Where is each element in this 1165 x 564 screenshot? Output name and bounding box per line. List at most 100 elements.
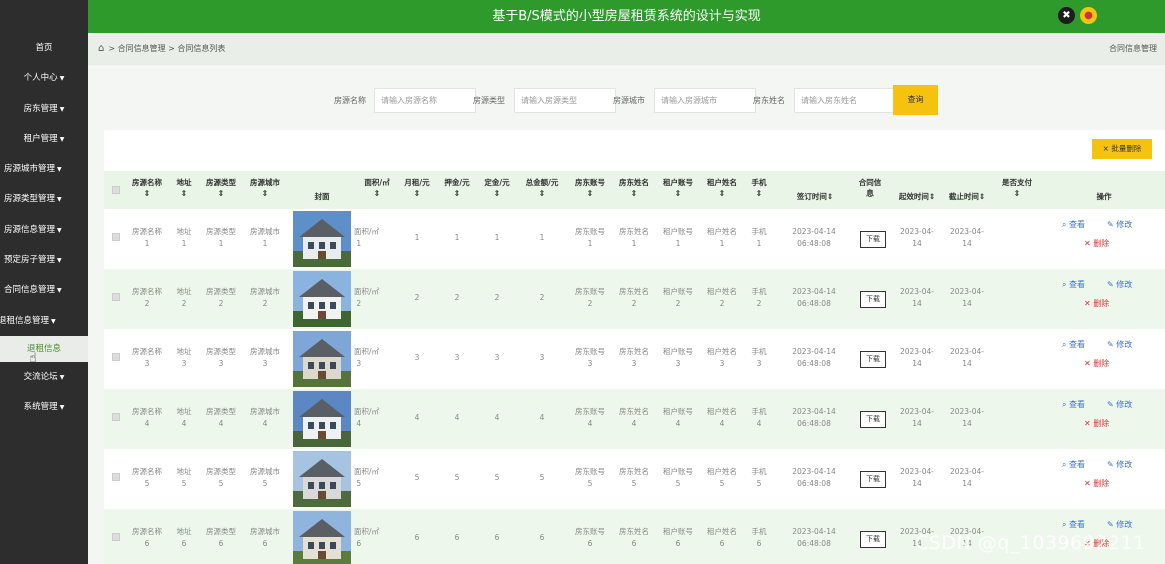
sort-icon: ⇕: [217, 189, 225, 198]
row-checkbox[interactable]: [112, 413, 120, 421]
sidebar-item-system[interactable]: 系统管理 ▼: [0, 392, 88, 422]
home-icon[interactable]: ⌂: [98, 43, 104, 54]
sidebar-item-booking[interactable]: 预定房子管理 ▼: [0, 245, 88, 275]
delete-button[interactable]: ✕ 删除: [1084, 418, 1109, 429]
th-landlord-name[interactable]: 房东姓名 ⇕: [615, 177, 653, 199]
cell-earnest: 3: [494, 353, 500, 362]
select-all-checkbox[interactable]: [112, 186, 120, 194]
settings-icon[interactable]: ✖: [1058, 7, 1075, 24]
sidebar-item-city[interactable]: 房源城市管理 ▼: [0, 154, 88, 184]
row-checkbox[interactable]: [112, 353, 120, 361]
th-earnest[interactable]: 定金/元 ⇕: [480, 177, 514, 199]
cell-area: 面积/㎡ 6: [354, 527, 380, 548]
edit-button[interactable]: ✎ 修改: [1107, 339, 1132, 350]
delete-button[interactable]: ✕ 删除: [1084, 478, 1109, 489]
delete-button[interactable]: ✕ 删除: [1084, 298, 1109, 309]
th-type[interactable]: 房源类型 ⇕: [202, 177, 240, 199]
sidebar-subitem-checkout-info[interactable]: 退租信息 ☝: [0, 335, 88, 366]
cell-addr: 地址 2: [176, 287, 192, 308]
cell-start: 2023-04- 14: [899, 287, 935, 308]
cell-type: 房源类型 4: [206, 407, 236, 428]
edit-button[interactable]: ✎ 修改: [1107, 279, 1132, 290]
sidebar-item-label: 房源信息管理: [4, 224, 56, 235]
cell-city: 房源城市 4: [250, 407, 280, 428]
cell-tenant-name: 租户姓名 3: [707, 347, 737, 368]
download-button[interactable]: 下载: [860, 471, 886, 488]
view-button[interactable]: ⌕ 查看: [1062, 339, 1085, 350]
cell-name: 房源名称 5: [132, 467, 162, 488]
download-button[interactable]: 下载: [860, 351, 886, 368]
sidebar-item-tenant[interactable]: 租户管理 ▼: [0, 124, 88, 154]
sidebar-item-checkout[interactable]: 退租信息管理 ▼: [0, 306, 88, 336]
sort-icon: ⇕: [538, 189, 546, 198]
house-cover-image: [293, 511, 351, 564]
th-rent[interactable]: 月租/元 ⇕: [400, 177, 434, 199]
edit-button[interactable]: ✎ 修改: [1107, 459, 1132, 470]
row-checkbox[interactable]: [112, 473, 120, 481]
row-checkbox[interactable]: [112, 293, 120, 301]
edit-button[interactable]: ✎ 修改: [1107, 519, 1132, 530]
th-tenant-name[interactable]: 租户姓名 ⇕: [703, 177, 741, 199]
row-checkbox[interactable]: [112, 233, 120, 241]
th-name[interactable]: 房源名称 ⇕: [128, 177, 166, 199]
th-deposit[interactable]: 押金/元 ⇕: [440, 177, 474, 199]
view-button[interactable]: ⌕ 查看: [1062, 459, 1085, 470]
sidebar-item-forum[interactable]: 交流论坛 ▼: [0, 362, 88, 392]
search-icon: ⌕: [1062, 400, 1067, 409]
cell-sign-time: 2023-04-14 06:48:08: [792, 467, 836, 488]
house-city-input[interactable]: [654, 88, 756, 113]
th-paid[interactable]: 是否支付 ⇕: [999, 177, 1035, 199]
cell-phone: 手机 6: [751, 527, 767, 548]
user-icon[interactable]: ●: [1080, 7, 1097, 24]
th-landlord-acct[interactable]: 房东账号 ⇕: [571, 177, 609, 199]
download-button[interactable]: 下载: [860, 411, 886, 428]
sidebar-item-profile[interactable]: 个人中心 ▼: [0, 63, 88, 93]
download-button[interactable]: 下载: [860, 291, 886, 308]
th-end[interactable]: 截止时间⇕: [947, 191, 987, 202]
edit-button[interactable]: ✎ 修改: [1107, 219, 1132, 230]
th-city[interactable]: 房源城市 ⇕: [246, 177, 284, 199]
th-total[interactable]: 总金额/元 ⇕: [520, 177, 564, 199]
landlord-name-input[interactable]: [794, 88, 896, 113]
batch-delete-button[interactable]: × 批量删除: [1092, 139, 1152, 159]
sidebar-item-type[interactable]: 房源类型管理 ▼: [0, 184, 88, 214]
sidebar-item-home[interactable]: 首页: [0, 33, 88, 63]
house-name-input[interactable]: [374, 88, 476, 113]
sort-icon: ⇕: [373, 189, 381, 198]
table-row: 房源名称 5 地址 5 房源类型 5 房源城市 5 面积/㎡ 5 5 5 5 5 房东账号 5 房东姓名 5 租…: [104, 449, 1165, 509]
sidebar-item-landlord[interactable]: 房东管理 ▼: [0, 94, 88, 124]
search-button[interactable]: 查询: [893, 85, 938, 115]
th-phone[interactable]: 手机 ⇕: [747, 177, 771, 199]
download-button[interactable]: 下载: [860, 531, 886, 548]
th-tenant-acct[interactable]: 租户账号 ⇕: [659, 177, 697, 199]
search-icon: ⌕: [1062, 340, 1067, 349]
view-button[interactable]: ⌕ 查看: [1062, 279, 1085, 290]
house-cover-image: [293, 451, 351, 507]
close-icon: ✕: [1084, 299, 1091, 308]
sidebar-item-house[interactable]: 房源信息管理 ▼: [0, 215, 88, 245]
cell-rent: 3: [414, 353, 420, 362]
cell-tenant-name: 租户姓名 5: [707, 467, 737, 488]
sidebar-item-contract[interactable]: 合同信息管理 ▼: [0, 275, 88, 305]
view-button[interactable]: ⌕ 查看: [1062, 219, 1085, 230]
delete-button[interactable]: ✕ 删除: [1084, 358, 1109, 369]
house-type-input[interactable]: [514, 88, 616, 113]
th-area[interactable]: 面积/㎡ ⇕: [359, 177, 395, 199]
edit-button[interactable]: ✎ 修改: [1107, 399, 1132, 410]
cell-start: 2023-04- 14: [899, 347, 935, 368]
th-sign-time[interactable]: 签订时间⇕: [790, 191, 840, 202]
close-icon: ✕: [1084, 359, 1091, 368]
cell-deposit: 1: [454, 233, 460, 242]
delete-button[interactable]: ✕ 删除: [1084, 238, 1109, 249]
cell-deposit: 4: [454, 413, 460, 422]
row-checkbox[interactable]: [112, 533, 120, 541]
sidebar-item-label: 交流论坛: [23, 371, 58, 382]
th-addr[interactable]: 地址 ⇕: [173, 177, 195, 199]
th-start[interactable]: 起效时间⇕: [897, 191, 937, 202]
cell-landlord-name: 房东姓名 2: [619, 287, 649, 308]
view-button[interactable]: ⌕ 查看: [1062, 399, 1085, 410]
th-label: 租户姓名: [707, 178, 737, 187]
view-button[interactable]: ⌕ 查看: [1062, 519, 1085, 530]
pencil-icon: ✎: [1107, 340, 1114, 349]
download-button[interactable]: 下载: [860, 231, 886, 248]
